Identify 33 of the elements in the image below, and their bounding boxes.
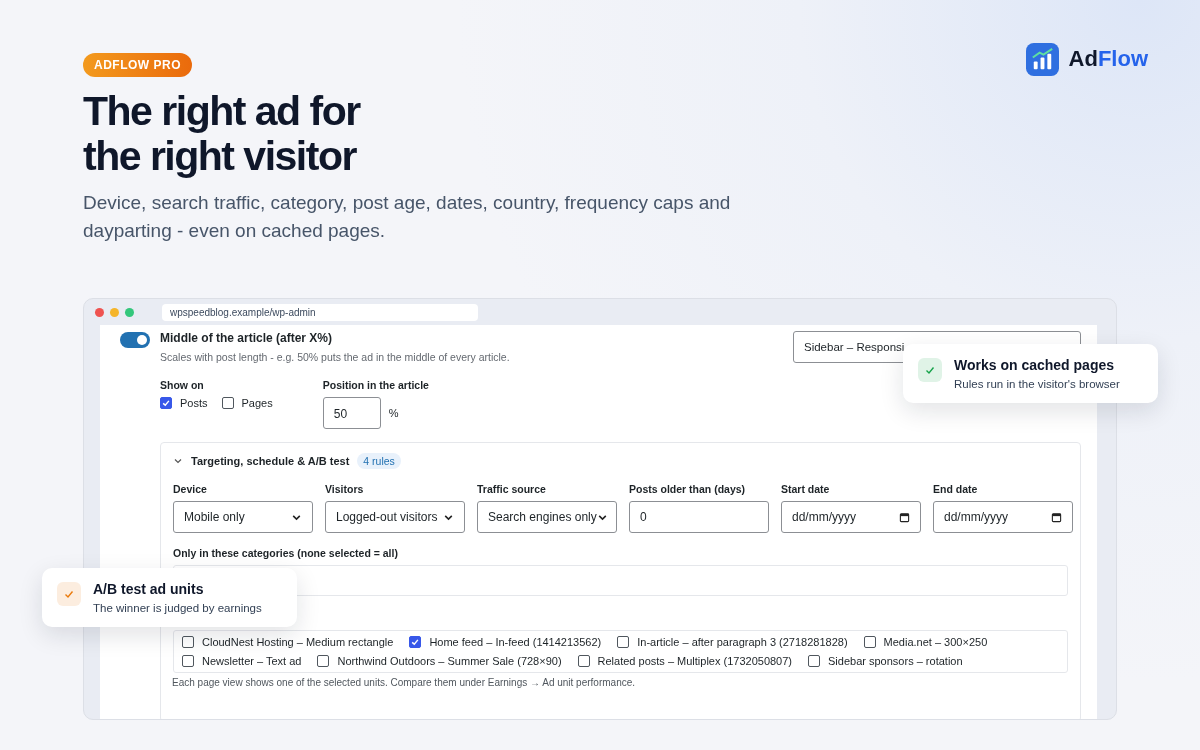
- field-label: Traffic source: [477, 483, 547, 495]
- product-badge: ADFLOW PRO: [83, 53, 192, 77]
- field-label: Posts older than (days): [629, 483, 747, 495]
- field-label: Visitors: [325, 483, 365, 495]
- placement-description: Scales with post length - e.g. 50% puts the ad in the middle of every article.: [160, 351, 510, 363]
- ad-units-note: Each page view shows one of the selected units. Compare them under Earnings → Ad unit performance.: [172, 677, 637, 688]
- card-title: A/B test ad units: [93, 581, 205, 597]
- checkbox-label: Pages: [241, 397, 273, 409]
- card-subtitle: Rules run in the visitor's browser: [954, 378, 1120, 390]
- ad-unit-label: In-article – after paragraph 3 (2718281828): [637, 636, 848, 648]
- ad-unit-label: Newsletter – Text ad: [202, 655, 302, 667]
- subtitle: Device, search traffic, category, post age, dates, country, frequency caps and dayparting - even on cached pages.: [83, 191, 732, 243]
- placement-title: Middle of the article (after X%): [160, 331, 334, 345]
- field-label: Start date: [781, 483, 831, 495]
- field-label: End date: [933, 483, 979, 495]
- card-subtitle: The winner is judged by earnings: [93, 602, 262, 614]
- field-label: Device: [173, 483, 208, 495]
- card-title: Works on cached pages: [954, 357, 1115, 373]
- position-label: Position in the article: [322, 379, 429, 391]
- percent-unit: %: [388, 407, 399, 419]
- ad-unit-label: Related posts – Multiplex (1732050807): [597, 655, 793, 667]
- ad-unit-label: Home feed – In-feed (1414213562): [429, 636, 602, 648]
- ad-unit-label: Northwind Outdoors – Summer Sale (728×90): [337, 655, 562, 667]
- ad-unit-label: Media.net – 300×250: [883, 636, 988, 648]
- ad-unit-label: CloudNest Hosting – Medium rectangle: [202, 636, 394, 648]
- brand-name: AdFlow: [1068, 46, 1148, 72]
- ad-unit-label: Sidebar sponsors – rotation: [828, 655, 963, 667]
- checkbox-label: Posts: [180, 397, 208, 409]
- headline: The right ad for the right visitor: [83, 89, 360, 179]
- show-on-label: Show on: [160, 379, 205, 391]
- section-title: Targeting, schedule & A/B test: [191, 455, 350, 467]
- rules-count-badge: 4 rules: [357, 453, 401, 469]
- categories-label: Only in these categories (none selected = all): [173, 547, 399, 559]
